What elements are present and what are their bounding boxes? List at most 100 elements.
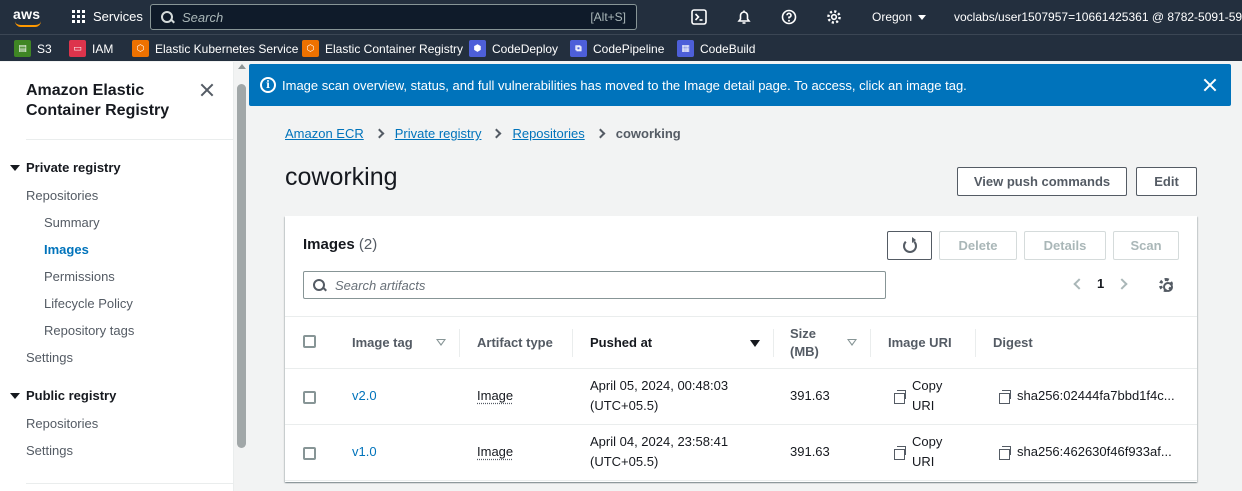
table-row[interactable]: v1.0 Image April 04, 2024, 23:58:41 (UTC… xyxy=(285,425,1197,481)
services-menu-button[interactable]: Services xyxy=(72,9,143,24)
breadcrumb-repositories[interactable]: Repositories xyxy=(512,126,584,141)
pushed-at-date: April 04, 2024, 23:58:41 xyxy=(590,434,729,449)
copy-icon[interactable] xyxy=(894,390,906,404)
favorite-codedeploy[interactable]: ⬢ CodeDeploy xyxy=(469,40,558,57)
section-label: Private registry xyxy=(26,160,121,175)
pushed-at-timezone: (UTC+05.5) xyxy=(590,454,659,469)
digest[interactable]: sha256:462630f46f933af... xyxy=(1017,442,1172,462)
account-menu[interactable]: voclabs/user1507957=10661425361 @ 8782-5… xyxy=(954,10,1242,24)
sidebar-title[interactable]: Amazon Elastic Container Registry xyxy=(26,81,196,121)
column-header-image-tag[interactable]: Image tag xyxy=(352,317,413,368)
edit-button[interactable]: Edit xyxy=(1136,167,1197,196)
artifact-type[interactable]: Image xyxy=(477,386,513,406)
close-icon[interactable] xyxy=(1202,77,1218,93)
refresh-button[interactable] xyxy=(887,231,932,260)
scroll-up-arrow-icon[interactable] xyxy=(238,64,246,69)
breadcrumb: Amazon ECR Private registry Repositories… xyxy=(285,126,681,141)
table-preferences-gear-icon[interactable] xyxy=(1159,278,1173,292)
pushed-at-date: April 05, 2024, 00:48:03 xyxy=(590,378,729,393)
cloudshell-icon[interactable] xyxy=(691,9,707,25)
page-number[interactable]: 1 xyxy=(1097,276,1104,291)
sidebar-item-lifecycle-policy[interactable]: Lifecycle Policy xyxy=(44,296,133,311)
column-header-size[interactable]: Size (MB) xyxy=(790,317,819,368)
global-search-input[interactable]: Search [Alt+S] xyxy=(150,4,637,30)
breadcrumb-amazon-ecr[interactable]: Amazon ECR xyxy=(285,126,364,141)
table-row[interactable]: v2.0 Image April 05, 2024, 00:48:03 (UTC… xyxy=(285,369,1197,425)
favorite-label: Elastic Container Registry xyxy=(325,41,464,56)
column-header-pushed-at[interactable]: Pushed at xyxy=(590,317,652,368)
copy-uri-label[interactable]: Copy xyxy=(912,376,942,396)
sidebar-item-images[interactable]: Images xyxy=(44,242,89,257)
caret-down-icon xyxy=(10,164,20,171)
favorite-eks[interactable]: ⬡ Elastic Kubernetes Service xyxy=(132,40,298,57)
copy-icon[interactable] xyxy=(999,446,1011,460)
grid-icon xyxy=(72,9,86,24)
row-checkbox[interactable] xyxy=(303,391,316,404)
sidebar-item-permissions[interactable]: Permissions xyxy=(44,269,115,284)
notifications-bell-icon[interactable] xyxy=(736,9,752,25)
column-header-digest[interactable]: Digest xyxy=(993,317,1033,368)
scan-button[interactable]: Scan xyxy=(1113,231,1179,260)
copy-uri-label-line2[interactable]: URI xyxy=(912,452,934,472)
favorite-iam[interactable]: ▭ IAM xyxy=(69,40,113,57)
column-header-size-line2: (MB) xyxy=(790,343,819,359)
breadcrumb-private-registry[interactable]: Private registry xyxy=(395,126,482,141)
sort-icon[interactable] xyxy=(436,339,446,346)
chevron-right-icon[interactable] xyxy=(1116,277,1128,290)
sort-descending-icon[interactable] xyxy=(750,340,760,347)
favorite-s3[interactable]: ▤ S3 xyxy=(14,40,52,57)
image-tag-link[interactable]: v2.0 xyxy=(352,386,377,406)
pushed-at-timezone: (UTC+05.5) xyxy=(590,398,659,413)
column-header-image-uri[interactable]: Image URI xyxy=(888,317,952,368)
artifact-type[interactable]: Image xyxy=(477,442,513,462)
search-placeholder: Search xyxy=(182,9,224,25)
digest[interactable]: sha256:02444fa7bbd1f4c... xyxy=(1017,386,1175,406)
search-artifacts-input[interactable]: Search artifacts xyxy=(303,271,886,299)
scrollbar-thumb[interactable] xyxy=(237,84,246,448)
aws-logo[interactable]: aws xyxy=(13,6,45,28)
sidebar-item-public-settings[interactable]: Settings xyxy=(26,443,73,458)
refresh-arrow-icon xyxy=(912,237,916,243)
s3-icon: ▤ xyxy=(14,40,31,57)
column-header-artifact-type[interactable]: Artifact type xyxy=(477,317,553,368)
codebuild-icon: ▦ xyxy=(677,40,694,57)
column-divider xyxy=(459,329,460,357)
sidebar-item-public-repositories[interactable]: Repositories xyxy=(26,416,98,431)
sidebar-item-summary[interactable]: Summary xyxy=(44,215,100,230)
copy-icon[interactable] xyxy=(894,446,906,460)
copy-icon[interactable] xyxy=(999,390,1011,404)
favorite-label: Elastic Kubernetes Service xyxy=(155,41,299,56)
divider xyxy=(26,483,233,484)
settings-gear-icon[interactable] xyxy=(826,9,842,25)
sort-icon[interactable] xyxy=(847,339,857,346)
chevron-left-icon[interactable] xyxy=(1073,277,1085,290)
chevron-right-icon xyxy=(595,128,606,139)
images-panel: Images (2) Delete Details Scan Search ar… xyxy=(285,216,1197,482)
top-navigation: aws Services Search [Alt+S] Oregon vocla… xyxy=(0,0,1242,34)
favorite-ecr[interactable]: ⬡ Elastic Container Registry xyxy=(302,40,463,57)
services-label: Services xyxy=(93,9,143,24)
favorite-label: S3 xyxy=(37,41,52,56)
favorite-label: IAM xyxy=(92,41,114,56)
aws-smile-icon xyxy=(15,21,41,27)
help-icon[interactable] xyxy=(781,9,797,25)
copy-uri-label-line2[interactable]: URI xyxy=(912,396,934,416)
chevron-right-icon xyxy=(492,128,502,139)
image-tag-link[interactable]: v1.0 xyxy=(352,442,377,462)
delete-button[interactable]: Delete xyxy=(939,231,1017,260)
details-button[interactable]: Details xyxy=(1024,231,1106,260)
sidebar-item-settings[interactable]: Settings xyxy=(26,350,73,365)
favorite-codepipeline[interactable]: ⧉ CodePipeline xyxy=(570,40,664,57)
sidebar-item-repositories[interactable]: Repositories xyxy=(26,188,98,203)
close-icon[interactable] xyxy=(199,82,215,98)
region-selector[interactable]: Oregon xyxy=(872,10,927,24)
favorites-bar: ▤ S3 ▭ IAM ⬡ Elastic Kubernetes Service … xyxy=(0,34,1242,61)
row-checkbox[interactable] xyxy=(303,447,316,460)
copy-uri-label[interactable]: Copy xyxy=(912,432,942,452)
favorite-codebuild[interactable]: ▦ CodeBuild xyxy=(677,40,755,57)
section-private-registry[interactable]: Private registry xyxy=(10,160,121,175)
sidebar-item-repository-tags[interactable]: Repository tags xyxy=(44,323,134,338)
select-all-checkbox[interactable] xyxy=(303,335,316,348)
view-push-commands-button[interactable]: View push commands xyxy=(957,167,1127,196)
section-public-registry[interactable]: Public registry xyxy=(10,388,116,403)
